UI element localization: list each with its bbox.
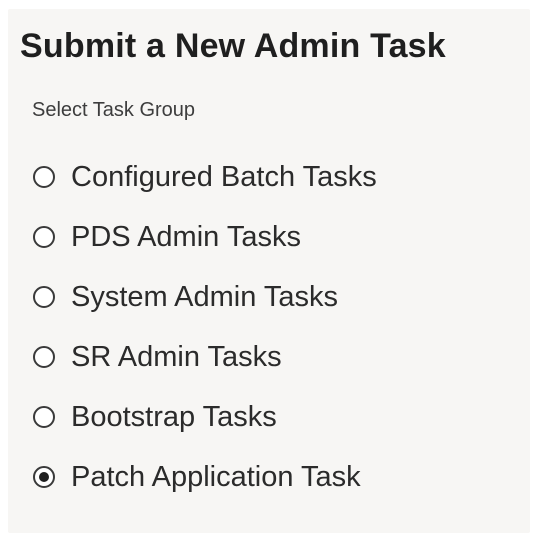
- task-group-radio-group: Configured Batch Tasks PDS Admin Tasks S…: [33, 147, 377, 507]
- radio-option-label[interactable]: Configured Batch Tasks: [71, 161, 377, 194]
- radio-button[interactable]: [33, 406, 55, 428]
- radio-option-configured-batch-tasks[interactable]: Configured Batch Tasks: [33, 147, 377, 207]
- page-title: Submit a New Admin Task: [20, 27, 446, 65]
- radio-option-system-admin-tasks[interactable]: System Admin Tasks: [33, 267, 377, 327]
- radio-option-label[interactable]: Patch Application Task: [71, 461, 361, 494]
- radio-button[interactable]: [33, 226, 55, 248]
- radio-option-sr-admin-tasks[interactable]: SR Admin Tasks: [33, 327, 377, 387]
- task-group-label: Select Task Group: [32, 99, 196, 121]
- radio-option-label[interactable]: Bootstrap Tasks: [71, 401, 277, 434]
- radio-button[interactable]: [33, 346, 55, 368]
- radio-option-label[interactable]: PDS Admin Tasks: [71, 221, 301, 254]
- radio-option-label[interactable]: SR Admin Tasks: [71, 341, 282, 374]
- radio-button[interactable]: [33, 166, 55, 188]
- radio-option-label[interactable]: System Admin Tasks: [71, 281, 338, 314]
- radio-option-patch-application-task[interactable]: Patch Application Task: [33, 447, 377, 507]
- radio-option-bootstrap-tasks[interactable]: Bootstrap Tasks: [33, 387, 377, 447]
- admin-task-panel: Submit a New Admin Task Select Task Grou…: [8, 9, 530, 533]
- radio-option-pds-admin-tasks[interactable]: PDS Admin Tasks: [33, 207, 377, 267]
- radio-button[interactable]: [33, 286, 55, 308]
- radio-button[interactable]: [33, 466, 55, 488]
